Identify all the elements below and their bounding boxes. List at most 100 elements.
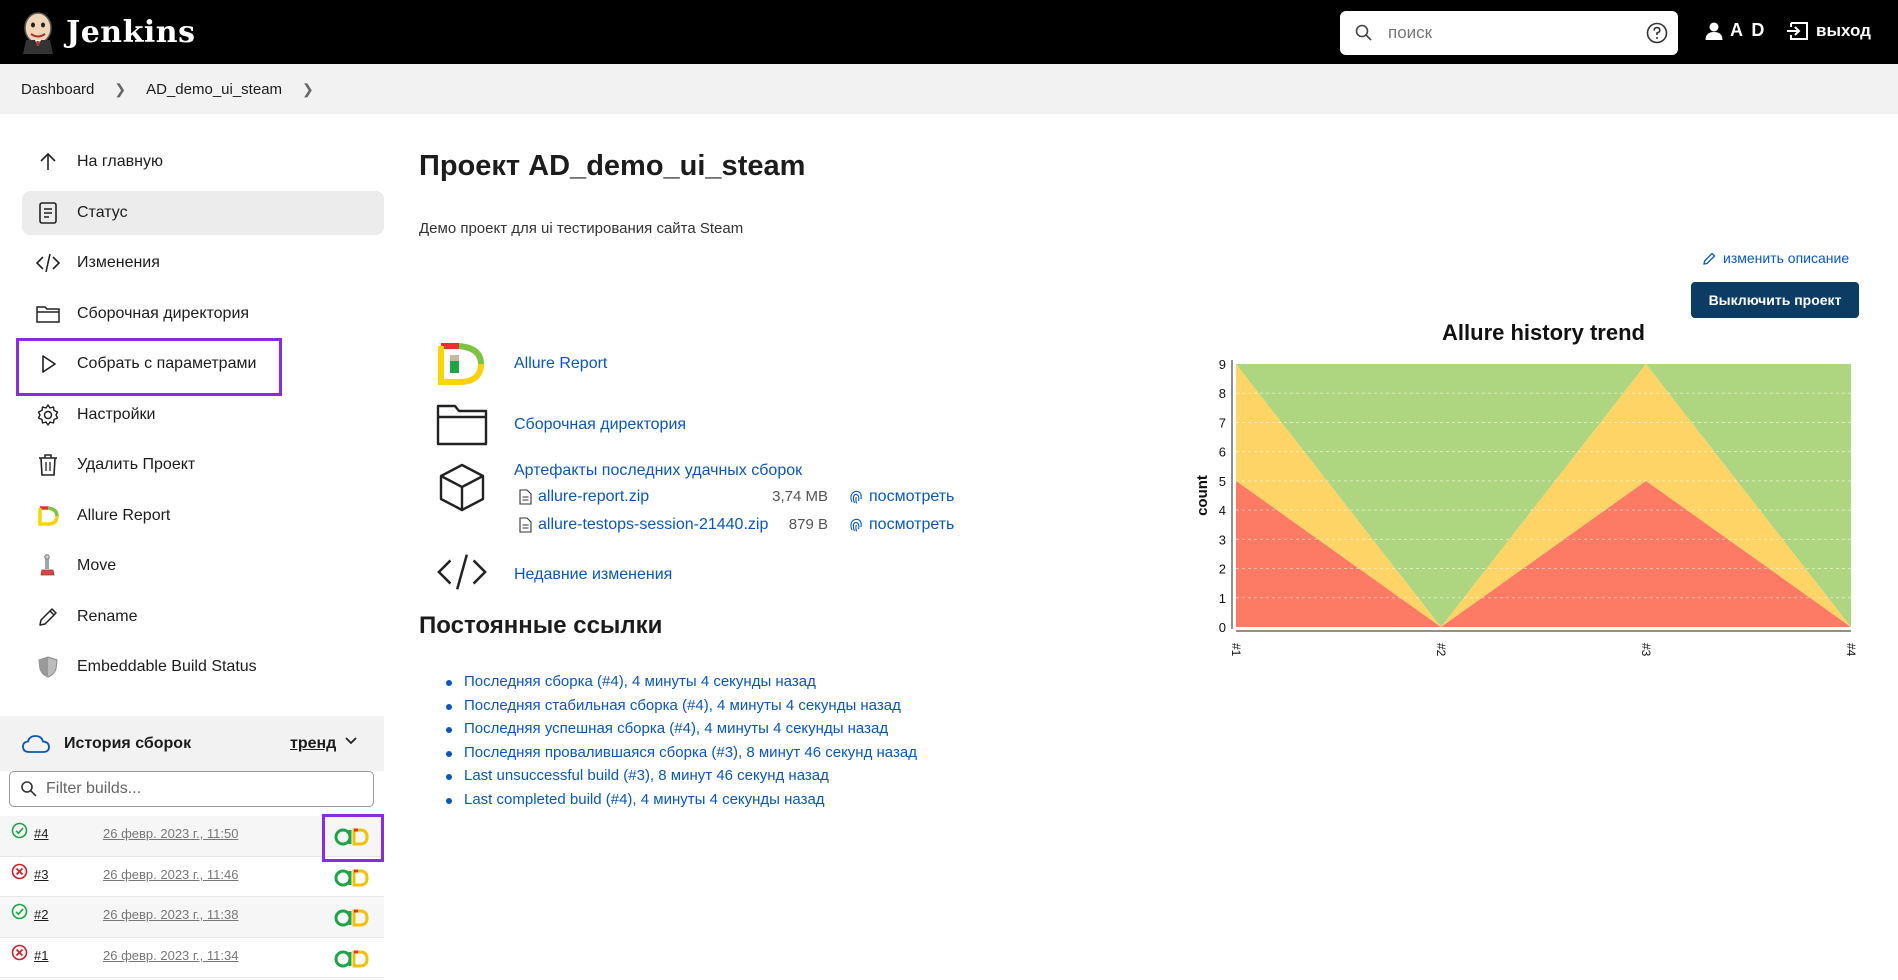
pencil-icon [36,605,60,629]
sidebar-item-move[interactable]: Move [22,544,384,588]
build-number-link[interactable]: #4 [34,826,48,841]
build-row: #3 26 февр. 2023 г., 11:46 [0,857,384,897]
permalink-last-build[interactable]: Последняя сборка (#4), 4 минуты 4 секунд… [446,673,917,697]
allure-icon [36,504,60,528]
shield-icon [36,655,60,679]
cloud-icon [22,734,50,753]
build-date-link[interactable]: 26 февр. 2023 г., 11:38 [103,907,238,922]
chart-x-tick-label: #2 [1434,643,1448,657]
artifact-view-link[interactable]: посмотреть [849,516,954,534]
chart-x-tick-label: #1 [1229,643,1243,657]
chart-y-tick-label: 8 [1219,386,1226,401]
logout-button[interactable]: выход [1786,20,1871,42]
chart-x-tick-label: #4 [1844,643,1858,657]
build-date-link[interactable]: 26 февр. 2023 г., 11:34 [103,948,238,963]
chart-y-tick-label: 3 [1219,532,1226,547]
sidebar-item-home[interactable]: На главную [22,140,384,184]
edit-description-label: изменить описание [1723,250,1850,266]
trend-link[interactable]: тренд [290,735,336,753]
artifact-file-link[interactable]: allure-report.zip [538,488,649,506]
sidebar-item-embeddable-build-status[interactable]: Embeddable Build Status [22,645,384,689]
help-icon[interactable] [1646,22,1668,44]
brand-name: Jenkins [66,14,196,50]
chevron-down-icon[interactable] [344,736,358,746]
artifact-size: 3,74 MB [772,488,828,505]
build-number-link[interactable]: #2 [34,907,48,922]
permalink-last-successful-build[interactable]: Последняя успешная сборка (#4), 4 минуты… [446,720,917,744]
file-icon [519,489,532,505]
sidebar-item-changes[interactable]: Изменения [22,241,384,285]
build-row: #2 26 февр. 2023 г., 11:38 [0,897,384,938]
move-icon [36,554,60,578]
failed-icon [11,944,28,960]
artifact-view-label: посмотреть [869,516,955,533]
chart-y-tick-label: 7 [1219,415,1226,430]
permalink-last-stable-build[interactable]: Последняя стабильная сборка (#4), 4 мину… [446,697,917,721]
sidebar-item-allure-report[interactable]: Allure Report [22,494,384,538]
user-menu[interactable]: A D [1704,20,1766,41]
permalink-last-completed-build[interactable]: Last completed build (#4), 4 минуты 4 се… [446,791,917,815]
folder-icon [36,302,60,326]
permalink-last-failed-build[interactable]: Последняя провалившаяся сборка (#3), 8 м… [446,744,917,768]
workspace-link[interactable]: Сборочная директория [514,416,686,434]
sidebar-item-label: На главную [77,153,163,170]
sidebar-item-label: Сборочная директория [77,304,250,322]
build-date-link[interactable]: 26 февр. 2023 г., 11:46 [103,867,238,882]
sidebar: На главную Статус Изменения Сборочная ди… [22,140,384,696]
breadcrumb-dashboard[interactable]: Dashboard [21,81,94,98]
allure-report-icon[interactable] [334,909,370,927]
sidebar-item-label: Embeddable Build Status [77,658,257,675]
sidebar-item-workspace[interactable]: Сборочная директория [22,292,384,336]
search-box[interactable] [1340,11,1678,55]
build-row: #1 26 февр. 2023 г., 11:34 [0,938,384,978]
allure-report-link[interactable]: Allure Report [514,355,607,373]
sidebar-item-build-with-parameters[interactable]: Собрать с параметрами [22,342,384,386]
document-icon [36,201,60,225]
top-bar: Jenkins A D выход [0,0,1898,64]
success-icon [11,822,28,839]
trash-icon [36,453,60,477]
sidebar-item-label: Собрать с параметрами [77,355,257,372]
chevron-right-icon[interactable]: ❯ [302,81,314,98]
code-icon [36,251,60,275]
disable-project-button[interactable]: Выключить проект [1691,282,1859,318]
package-icon [436,461,488,513]
permalink-last-unsuccessful-build[interactable]: Last unsuccessful build (#3), 8 минут 46… [446,767,917,791]
chart-x-tick-label: #3 [1639,643,1653,657]
sidebar-item-label: Move [77,557,117,574]
search-input[interactable] [1388,23,1628,43]
sidebar-item-label: Allure Report [77,506,171,524]
artifact-file-link[interactable]: allure-testops-session-21440.zip [538,516,768,534]
allure-history-trend-chart[interactable]: Allure history trend 0 1 2 3 4 5 6 7 8 9 #1 #2 #3 #4 co… [1185,316,1865,666]
code-icon [436,546,488,598]
artifact-view-link[interactable]: посмотреть [849,488,954,506]
sidebar-item-rename[interactable]: Rename [22,595,384,639]
build-row: #4 26 февр. 2023 г., 11:50 [0,816,384,857]
success-icon [11,903,28,920]
filter-builds-input[interactable] [46,780,366,798]
sidebar-item-delete-project[interactable]: Удалить Проект [22,443,384,487]
recent-changes-link[interactable]: Недавние изменения [514,566,672,584]
fingerprint-icon [850,490,862,504]
edit-description-link[interactable]: изменить описание [1702,250,1849,266]
chart-y-tick-label: 6 [1219,445,1226,460]
sidebar-item-label: Изменения [77,254,160,271]
allure-report-icon[interactable] [334,869,370,887]
folder-icon [436,398,488,450]
allure-report-icon[interactable] [334,828,370,846]
build-number-link[interactable]: #1 [34,948,48,963]
artifact-view-label: посмотреть [869,488,955,505]
build-date-link[interactable]: 26 февр. 2023 г., 11:50 [103,826,238,841]
filter-builds-field[interactable] [9,771,374,807]
breadcrumb-project[interactable]: AD_demo_ui_steam [146,81,282,98]
artifacts-link[interactable]: Артефакты последних удачных сборок [514,462,802,480]
sidebar-item-status[interactable]: Статус [22,190,384,235]
jenkins-home-link[interactable]: Jenkins [20,0,195,64]
user-name: A D [1730,20,1767,40]
allure-report-icon[interactable] [334,950,370,968]
permalinks-list: Последняя сборка (#4), 4 минуты 4 секунд… [446,673,917,815]
allure-report-icon [436,338,488,390]
build-number-link[interactable]: #3 [34,867,48,882]
page-title: Проект AD_demo_ui_steam [419,150,806,182]
sidebar-item-settings[interactable]: Настройки [22,393,384,437]
